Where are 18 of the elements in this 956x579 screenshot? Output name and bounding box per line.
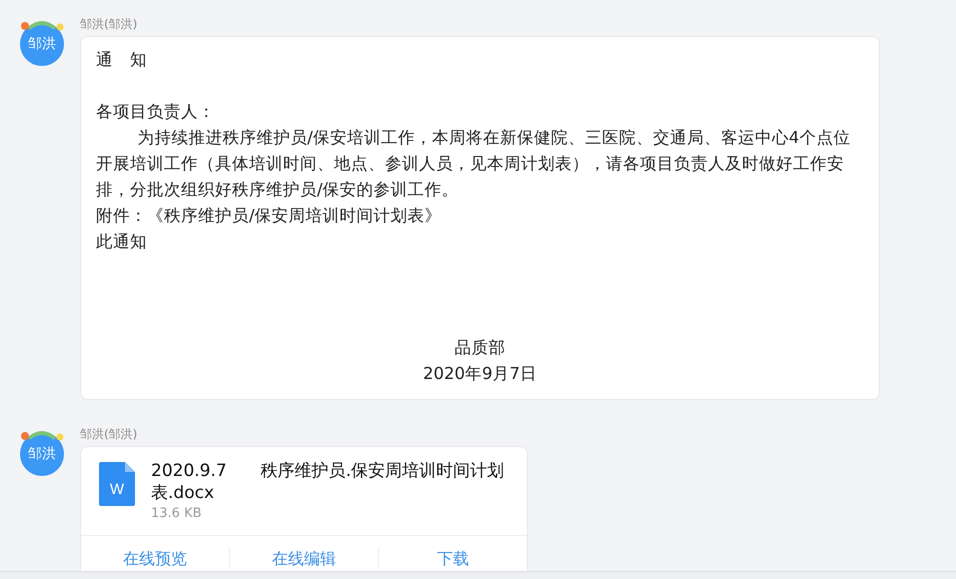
signature-line: 品质部 [454, 338, 506, 357]
notice-title: 通 知 [96, 49, 148, 71]
file-card[interactable]: W 2020.9.7 秩序维护员.保安周培训时间计划表.docx 13.6 KB 在线预览 在线编辑 下载 [80, 446, 528, 572]
signature-line: 2020年9月7日 [423, 364, 537, 383]
file-action-link[interactable]: 下载 [437, 549, 469, 568]
document-icon: W [99, 462, 135, 506]
sender-name: 邹洪(邹洪) [80, 16, 138, 33]
notice-paragraph: 为持续推进秩序维护员/保安培训工作，本周将在新保健院、三医院、交通局、客运中心4个点位开展培训工作（具体培训时间、地点、参训人员，见本周计划表），请各项目负责人及时做好工作安排，分批次组织好秩序维护员/保安的参训工作。 [96, 127, 852, 201]
notice-line: 附件：《秩序维护员/保安周培训时间计划表》 [96, 205, 443, 227]
avatar[interactable]: 邹洪 [20, 432, 64, 476]
file-name: 2020.9.7 秩序维护员.保安周培训时间计划表.docx [151, 460, 506, 504]
sender-name: 邹洪(邹洪) [80, 426, 138, 443]
notice-line: 各项目负责人： [96, 101, 216, 123]
avatar[interactable]: 邹洪 [20, 22, 64, 66]
file-action-link[interactable]: 在线编辑 [272, 549, 336, 568]
file-action-link[interactable]: 在线预览 [123, 549, 187, 568]
file-size: 13.6 KB [151, 506, 203, 521]
notice-line: 此通知 [96, 231, 148, 253]
